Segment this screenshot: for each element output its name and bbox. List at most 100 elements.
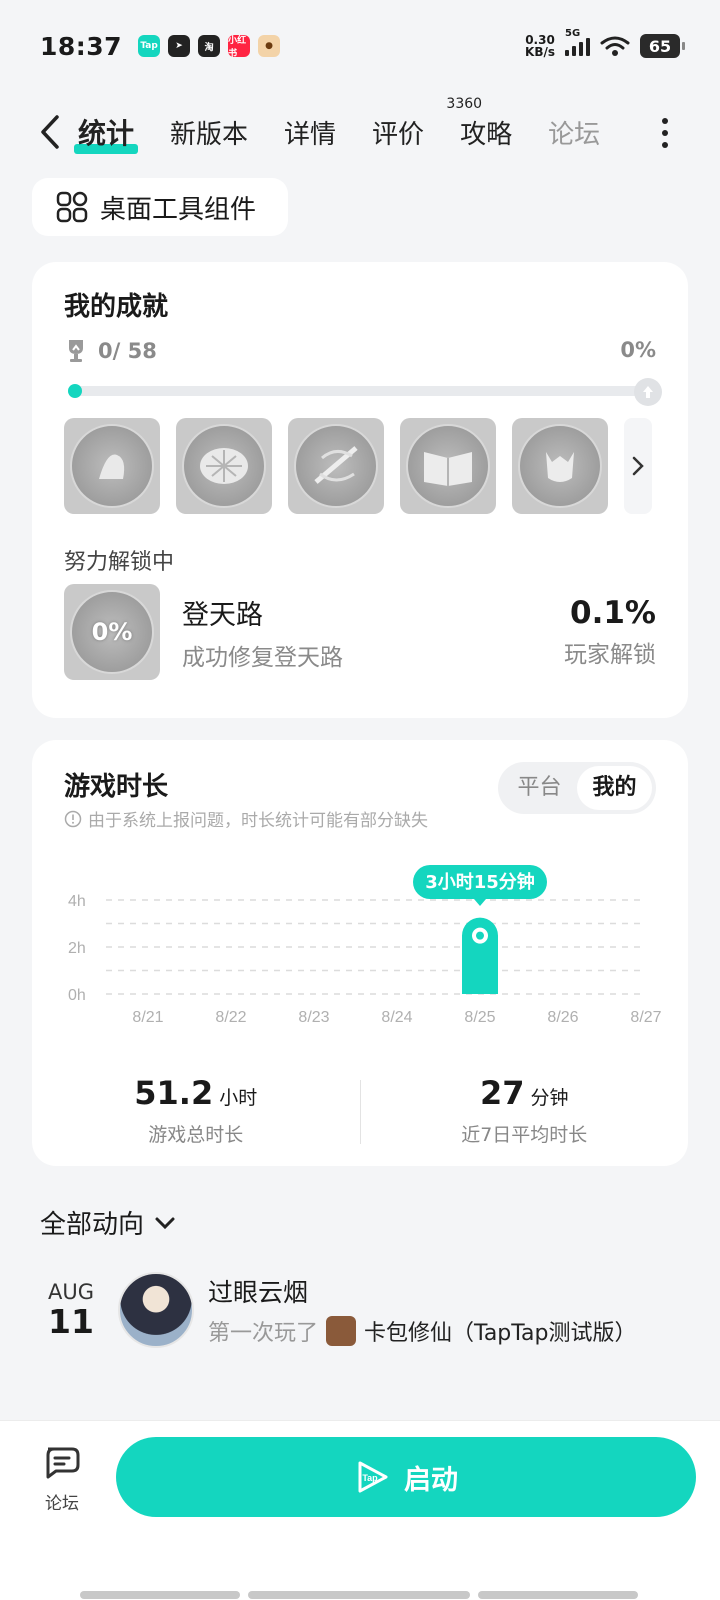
tab-forum[interactable]: 论坛	[548, 114, 600, 151]
achievement-badge[interactable]	[176, 418, 272, 514]
bottom-action-bar: 论坛 Tap 启动	[0, 1420, 720, 1600]
feed-date: AUG 11	[40, 1280, 102, 1340]
avg-playtime-label: 近7日平均时长	[461, 1124, 588, 1146]
launch-label: 启动	[404, 1464, 458, 1496]
feed-day: 11	[48, 1302, 94, 1341]
unlock-rate: 0.1%	[570, 595, 656, 631]
total-playtime-value: 51.2	[134, 1074, 214, 1112]
y-tick-label: 4h	[68, 893, 86, 910]
unlocking-badge-percent: 0%	[91, 618, 133, 646]
achievement-badge[interactable]	[400, 418, 496, 514]
x-tick-label: 8/26	[547, 1009, 578, 1026]
tab-bar: 统计 新版本 详情 评价 3360 攻略 论坛	[0, 96, 720, 164]
feed-month: AUG	[47, 1280, 94, 1304]
achievement-badge[interactable]	[512, 418, 608, 514]
achievements-title: 我的成就	[64, 292, 169, 322]
taptap-logo-icon: Tap	[358, 1461, 388, 1493]
playtime-segment-control: 平台 我的	[498, 762, 656, 814]
avg-playtime-value: 27	[479, 1074, 525, 1112]
x-tick-label: 8/23	[298, 1009, 329, 1026]
launch-button[interactable]: Tap 启动	[116, 1437, 696, 1517]
chevron-down-icon	[155, 1217, 175, 1229]
info-icon	[64, 810, 82, 827]
more-menu-button[interactable]	[662, 118, 668, 148]
total-playtime: 51.2 小时 游戏总时长	[32, 1074, 360, 1154]
achievements-card: 我的成就 0/ 58 0% 努力解锁中 0% 登天路 成功修复登天路 0.1% …	[32, 262, 688, 718]
taobao-app-icon: 淘	[198, 35, 221, 57]
taptap-app-icon: Tap	[138, 35, 161, 57]
forum-chat-icon	[46, 1447, 80, 1479]
unlocking-name: 登天路	[182, 599, 263, 631]
battery-icon: 65	[640, 34, 685, 58]
avatar[interactable]	[118, 1272, 194, 1348]
playtime-notice-text: 由于系统上报问题，时长统计可能有部分缺失	[88, 811, 428, 831]
playtime-notice: 由于系统上报问题，时长统计可能有部分缺失	[64, 806, 428, 831]
unlock-rate-label: 玩家解锁	[564, 642, 656, 668]
xiaohongshu-app-icon: 小红书	[228, 35, 251, 59]
svg-text:Tap: Tap	[362, 1473, 378, 1483]
tab-stats[interactable]: 统计	[73, 112, 139, 154]
unlocking-label: 努力解锁中	[64, 550, 175, 575]
trophy-icon	[69, 340, 83, 362]
segment-platform[interactable]: 平台	[502, 766, 577, 810]
x-tick-label: 8/21	[132, 1009, 163, 1026]
playtime-chart: 0h 2h 4h 8/21 8/22 8/23 8/24 8/25 3小时15分钟 8/26 8/2…	[68, 865, 662, 1026]
feed-filter-dropdown[interactable]: 全部动向	[40, 1204, 176, 1241]
network-speed: 0.30 KB/s	[525, 33, 555, 59]
tab-new-version[interactable]: 新版本	[170, 114, 248, 151]
bar-tooltip-pointer	[474, 899, 486, 906]
y-tick-label: 0h	[68, 987, 86, 1004]
wifi-icon	[600, 36, 630, 56]
chevron-right-icon	[632, 456, 644, 476]
feed-game-name[interactable]: 卡包修仙（TapTap测试版）	[364, 1315, 637, 1347]
x-tick-label: 8/22	[215, 1009, 246, 1026]
widget-grid-icon	[56, 191, 88, 223]
achievement-badge-list	[64, 418, 652, 514]
tab-reviews[interactable]: 评价 3360	[372, 96, 482, 151]
achievement-badge[interactable]	[64, 418, 160, 514]
feed-title: 全部动向	[40, 1210, 145, 1240]
forum-label: 论坛	[45, 1494, 79, 1514]
x-tick-label: 8/27	[630, 1009, 661, 1026]
achievement-progress-bar	[68, 378, 662, 406]
monkey-app-icon: ●	[258, 35, 281, 57]
feed-action: 第一次玩了 卡包修仙（TapTap测试版）	[208, 1315, 637, 1347]
status-time: 18:37	[40, 31, 123, 61]
desktop-widget-button[interactable]: 桌面工具组件	[32, 178, 288, 236]
playtime-stats: 51.2 小时 游戏总时长 27 分钟 近7日平均时长	[32, 1074, 688, 1154]
unlocking-badge: 0%	[64, 584, 160, 680]
playtime-title: 游戏时长	[64, 772, 169, 802]
telegram-app-icon: ➤	[168, 35, 191, 57]
badges-next-button[interactable]	[624, 418, 652, 514]
feed-username[interactable]: 过眼云烟	[208, 1273, 637, 1309]
progress-end-icon	[634, 378, 662, 406]
bar-tooltip-text: 3小时15分钟	[425, 871, 535, 893]
bar-marker-dot	[476, 931, 484, 940]
avg-playtime-unit: 分钟	[530, 1087, 569, 1109]
achievement-count: 0/ 58	[98, 339, 157, 363]
segment-mine[interactable]: 我的	[577, 766, 652, 810]
chevron-left-icon	[41, 115, 59, 149]
feed-item[interactable]: AUG 11 过眼云烟 第一次玩了 卡包修仙（TapTap测试版）	[40, 1270, 680, 1350]
total-playtime-label: 游戏总时长	[148, 1124, 244, 1146]
forum-button[interactable]: 论坛	[38, 1445, 86, 1514]
status-bar: 18:37 Tap ➤ 淘 小红书 ● 0.30 KB/s 5G 65	[0, 0, 720, 92]
tab-details[interactable]: 详情	[284, 114, 336, 151]
achievement-badge[interactable]	[288, 418, 384, 514]
y-tick-label: 2h	[68, 940, 86, 957]
total-playtime-unit: 小时	[219, 1087, 258, 1109]
playtime-card: 游戏时长 平台 我的 由于系统上报问题，时长统计可能有部分缺失 0h 2h 4h 8/…	[32, 740, 688, 1166]
x-tick-label: 8/25	[464, 1009, 495, 1026]
desktop-widget-label: 桌面工具组件	[100, 194, 257, 225]
x-tick-label: 8/24	[381, 1009, 412, 1026]
achievement-progress-fill	[68, 384, 82, 398]
tab-guides[interactable]: 攻略	[460, 114, 512, 151]
unlocking-desc: 成功修复登天路	[182, 644, 343, 671]
back-button[interactable]	[30, 112, 70, 152]
tab-reviews-label: 评价	[372, 119, 425, 150]
game-icon	[326, 1316, 357, 1346]
status-app-icons: Tap ➤ 淘 小红书 ●	[138, 35, 281, 59]
avg-playtime: 27 分钟 近7日平均时长	[361, 1074, 689, 1154]
achievement-percent: 0%	[620, 338, 656, 362]
unlocking-achievement[interactable]: 0% 登天路 成功修复登天路 0.1% 玩家解锁	[64, 584, 656, 680]
